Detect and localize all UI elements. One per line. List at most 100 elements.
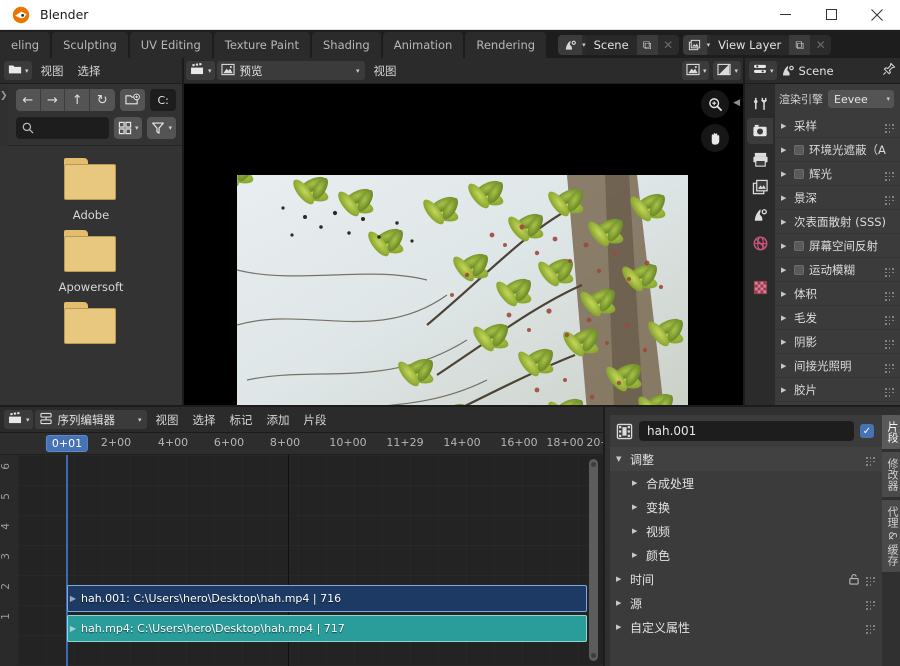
disclosure-triangle-icon[interactable]: ▶ <box>632 479 640 487</box>
sequencer-vertical-scrollbar[interactable] <box>589 459 598 661</box>
render-panel-row[interactable]: ▶体积 <box>775 282 900 306</box>
display-mode-selector[interactable]: 预览 ▾ <box>217 61 365 80</box>
workspace-tab-shading[interactable]: Shading <box>312 32 381 58</box>
strip-panel-row[interactable]: ▶合成处理 <box>610 471 882 495</box>
panel-drag-grip[interactable] <box>884 123 895 130</box>
refresh-icon[interactable]: ↻ <box>90 89 115 111</box>
new-folder-icon[interactable] <box>120 89 146 111</box>
workspace-tab-sculpting[interactable]: Sculpting <box>52 32 128 58</box>
lock-icon[interactable] <box>848 573 860 588</box>
render-panel-row[interactable]: ▶运动模糊 <box>775 258 900 282</box>
image-transform-button[interactable]: ▾ <box>713 61 741 80</box>
scene-name[interactable]: Scene <box>586 35 637 55</box>
panel-drag-grip[interactable] <box>884 387 895 394</box>
disclosure-triangle-icon[interactable]: ▶ <box>781 314 789 322</box>
render-panel-row[interactable]: ▶屏幕空间反射 <box>775 234 900 258</box>
preview-canvas[interactable]: ◀ <box>182 84 745 407</box>
disclosure-triangle-icon[interactable]: ▶ <box>781 338 789 346</box>
panel-drag-grip[interactable] <box>884 315 895 322</box>
strip-panel-row[interactable]: ▶时间 <box>610 567 882 591</box>
area-divider-vertical-right[interactable] <box>743 58 745 405</box>
render-panel-row[interactable]: ▶间接光照明 <box>775 354 900 378</box>
disclosure-triangle-icon[interactable]: ▶ <box>781 290 789 298</box>
disclosure-triangle-icon[interactable]: ▶ <box>781 146 789 154</box>
disclosure-triangle-icon[interactable]: ▶ <box>616 623 624 631</box>
render-panel-row[interactable]: ▶次表面散射 (SSS) <box>775 210 900 234</box>
strip-sidebar-tab[interactable]: 代理 & 缓存 <box>882 500 900 572</box>
panel-enable-checkbox[interactable] <box>794 145 804 155</box>
view-layer-datablock[interactable]: ▾ View Layer ⧉ ✕ <box>683 35 832 55</box>
close-button[interactable] <box>854 0 900 30</box>
panel-drag-grip[interactable] <box>865 600 876 607</box>
disclosure-triangle-icon[interactable]: ▶ <box>781 122 789 130</box>
strip-panel-row[interactable]: ▶变换 <box>610 495 882 519</box>
sequencer-strip[interactable]: ▶hah.001: C:\Users\hero\Desktop\hah.mp4 … <box>67 585 587 612</box>
sequencer-menu-4[interactable]: 片段 <box>297 410 334 430</box>
disclosure-triangle-icon[interactable]: ▶ <box>781 266 789 274</box>
disclosure-triangle-icon[interactable]: ▶ <box>781 170 789 178</box>
display-mode-dropdown[interactable]: ▾ <box>114 117 143 139</box>
workspace-tab-eling[interactable]: eling <box>0 32 50 58</box>
strip-name-input[interactable]: hah.001 <box>639 421 854 441</box>
panel-drag-grip[interactable] <box>884 363 895 370</box>
disclosure-triangle-icon[interactable]: ▶ <box>616 599 624 607</box>
panel-drag-grip[interactable] <box>865 456 876 463</box>
sequencer-timeline-ruler[interactable]: 0+012+004+006+008+0010+0011+2914+0016+00… <box>0 433 605 455</box>
strip-panel-row[interactable]: ▶源 <box>610 591 882 615</box>
panel-drag-grip[interactable] <box>884 291 895 298</box>
zoom-gizmo[interactable] <box>701 90 729 118</box>
editor-type-selector-preview[interactable]: ▾ <box>186 61 215 80</box>
render-panel-row[interactable]: ▶辉光 <box>775 162 900 186</box>
area-divider-vertical-bottom[interactable] <box>603 407 605 666</box>
strip-enabled-checkbox[interactable]: ✓ <box>860 424 874 438</box>
disclosure-triangle-icon[interactable]: ▶ <box>781 218 789 226</box>
file-item[interactable] <box>0 300 182 352</box>
view-layer-properties-tab[interactable] <box>747 174 773 200</box>
render-panel-row[interactable]: ▶景深 <box>775 186 900 210</box>
strip-panel-row[interactable]: ▶视频 <box>610 519 882 543</box>
sequencer-menu-3[interactable]: 添加 <box>260 410 297 430</box>
view-display-channels-button[interactable]: ▾ <box>682 61 710 80</box>
pan-gizmo[interactable] <box>701 124 729 152</box>
editor-type-selector-sequencer[interactable]: ▾ <box>4 410 33 429</box>
panel-enable-checkbox[interactable] <box>794 265 804 275</box>
scene-new-button[interactable]: ⧉ <box>637 35 658 55</box>
disclosure-triangle-icon[interactable]: ▶ <box>616 575 624 583</box>
world-properties-tab[interactable] <box>747 230 773 256</box>
panel-drag-grip[interactable] <box>884 339 895 346</box>
file-browser-menu-1[interactable]: 选择 <box>71 61 108 81</box>
parent-dir-icon[interactable]: ↑ <box>65 89 90 111</box>
view-layer-remove-button[interactable]: ✕ <box>810 35 831 55</box>
editor-type-selector-file-browser[interactable]: ▾ <box>4 61 32 80</box>
back-icon[interactable]: ← <box>16 89 41 111</box>
workspace-tab-rendering[interactable]: Rendering <box>465 32 546 58</box>
area-divider-horizontal[interactable] <box>0 405 900 407</box>
sequencer-menu-2[interactable]: 标记 <box>223 410 260 430</box>
preview-sidebar-toggle[interactable]: ◀ <box>733 98 740 108</box>
preview-menu-0[interactable]: 视图 <box>367 61 404 81</box>
drive-path-field[interactable]: C: <box>150 89 176 111</box>
scene-unlink-button[interactable]: ✕ <box>658 35 679 55</box>
panel-drag-grip[interactable] <box>865 624 876 631</box>
panel-enable-checkbox[interactable] <box>794 241 804 251</box>
strip-sidebar-tab[interactable]: 片段 <box>882 415 900 449</box>
disclosure-triangle-icon[interactable]: ▶ <box>781 386 789 394</box>
texture-properties-tab[interactable] <box>747 274 773 300</box>
search-input[interactable] <box>16 117 109 139</box>
current-frame-indicator[interactable]: 0+01 <box>46 435 88 452</box>
disclosure-triangle-icon[interactable]: ▶ <box>632 503 640 511</box>
render-engine-dropdown[interactable]: Eevee ▾ <box>828 90 894 108</box>
editor-type-selector-properties[interactable]: ▾ <box>749 61 777 80</box>
panel-drag-grip[interactable] <box>865 576 876 583</box>
sequencer-strip-area[interactable]: 654321 ▶hah.001: C:\Users\hero\Desktop\h… <box>0 455 605 666</box>
render-panel-row[interactable]: ▶毛发 <box>775 306 900 330</box>
render-panel-row[interactable]: ▶胶片 <box>775 378 900 402</box>
forward-icon[interactable]: → <box>41 89 66 111</box>
render-panel-row[interactable]: ▶环境光遮蔽（A <box>775 138 900 162</box>
file-item[interactable]: Adobe <box>0 156 182 222</box>
pin-icon[interactable] <box>882 62 896 79</box>
sequencer-view-type-selector[interactable]: 序列编辑器 ▾ <box>35 410 147 429</box>
file-browser-menu-0[interactable]: 视图 <box>34 61 71 81</box>
disclosure-triangle-icon[interactable]: ▶ <box>632 527 640 535</box>
view-layer-new-button[interactable]: ⧉ <box>789 35 810 55</box>
